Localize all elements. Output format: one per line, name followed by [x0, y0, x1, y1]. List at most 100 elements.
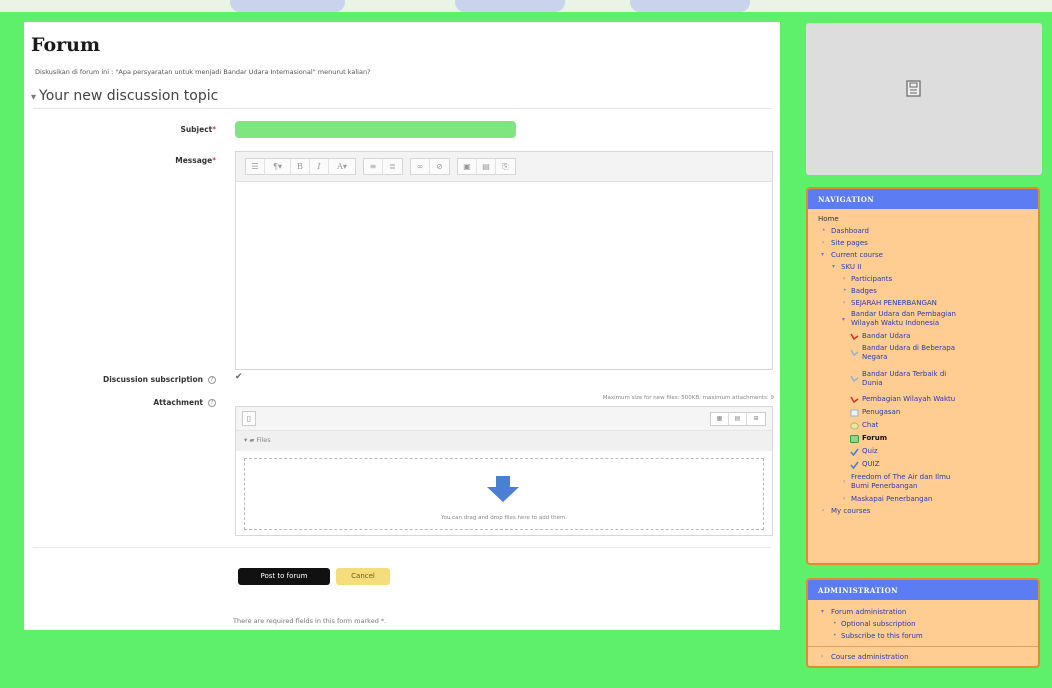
toolbar-group-links: ∞ ⊘	[410, 158, 450, 175]
manage-files-icon[interactable]: ⎘	[496, 159, 515, 174]
post-to-forum-button[interactable]: Post to forum	[238, 568, 330, 585]
nav-item-pembagian[interactable]: Pembagian Wilayah Waktu	[862, 395, 955, 404]
nav-item-bandar-udara[interactable]: Bandar Udara	[862, 332, 910, 341]
page-icon	[850, 396, 859, 404]
admin-subscribe-forum[interactable]: Subscribe to this forum	[841, 632, 923, 641]
required-fields-note: There are required fields in this form m…	[233, 617, 387, 625]
expand-icon[interactable]: ›	[822, 507, 824, 514]
banner-decoration	[230, 0, 345, 12]
message-editor[interactable]: ☰ ¶▾ B I A▾ ≡ ≣ ∞ ⊘ ▣ ▤ ⎘	[235, 151, 773, 370]
admin-optional-subscription[interactable]: Optional subscription	[841, 620, 916, 629]
nav-item-penugasan[interactable]: Penugasan	[862, 408, 900, 417]
quiz-icon	[850, 461, 859, 469]
administration-block: ADMINISTRATION ▾ Forum administration • …	[806, 578, 1040, 668]
navigation-header: NAVIGATION	[808, 189, 1038, 209]
expand-icon[interactable]: ›	[843, 495, 845, 502]
file-picker-toolbar: ▯ ▦ ▤ ⊞	[236, 407, 772, 431]
files-path-label: Files	[256, 436, 271, 444]
broken-image-icon	[906, 80, 921, 97]
nav-dashboard[interactable]: Dashboard	[831, 227, 869, 236]
text-color-icon[interactable]: A▾	[329, 159, 355, 174]
insert-media-icon[interactable]: ▤	[477, 159, 496, 174]
expand-icon[interactable]: ›	[843, 299, 845, 306]
collapse-icon[interactable]: ▾	[821, 251, 824, 258]
admin-course-administration[interactable]: Course administration	[831, 653, 909, 662]
collapse-icon[interactable]: ▾	[832, 263, 835, 270]
nav-sejarah[interactable]: SEJARAH PENERBANGAN	[851, 299, 937, 308]
ordered-list-icon[interactable]: ≣	[383, 159, 402, 174]
bold-icon[interactable]: B	[291, 159, 310, 174]
nav-item-quiz[interactable]: Quiz	[862, 447, 878, 456]
nav-item-beberapa-line2[interactable]: Negara	[862, 353, 887, 362]
file-dropzone[interactable]: You can drag and drop files here to add …	[244, 458, 764, 530]
view-icons-icon[interactable]: ▦	[711, 413, 729, 425]
nav-current-course[interactable]: Current course	[831, 251, 883, 260]
subscription-checkbox[interactable]: ✔	[235, 372, 243, 382]
message-label: Message*	[175, 156, 216, 165]
nav-item-terbaik-line1[interactable]: Bandar Udara Terbaik di	[862, 370, 946, 379]
subject-label: Subject*	[180, 125, 216, 134]
navigation-block: NAVIGATION Home • Dashboard › Site pages…	[806, 187, 1040, 565]
nav-item-quiz-2[interactable]: QUIZ	[862, 460, 880, 469]
help-icon[interactable]: ?	[208, 399, 216, 407]
section-header[interactable]: ▾ Your new discussion topic	[31, 88, 218, 104]
view-tree-icon[interactable]: ⊞	[747, 413, 765, 425]
nav-course[interactable]: SKU II	[841, 263, 861, 272]
nav-item-chat[interactable]: Chat	[862, 421, 878, 430]
divider	[33, 108, 771, 109]
files-path[interactable]: ▾ ▰ Files	[236, 431, 772, 451]
toolbar-group-style: ☰ ¶▾ B I A▾	[245, 158, 356, 175]
nav-item-beberapa-line1[interactable]: Bandar Udara di Beberapa	[862, 344, 955, 353]
attachment-limits: Maximum size for new files: 500KB, maxim…	[602, 395, 774, 401]
nav-participants[interactable]: Participants	[851, 275, 892, 284]
banner-decoration	[455, 0, 565, 12]
expand-icon[interactable]: ›	[822, 239, 824, 246]
collapse-caret-icon[interactable]: ▾	[31, 92, 36, 103]
divider	[808, 646, 1038, 647]
nav-my-courses[interactable]: My courses	[831, 507, 870, 516]
view-list-icon[interactable]: ▤	[729, 413, 747, 425]
nav-site-pages[interactable]: Site pages	[831, 239, 868, 248]
admin-forum-administration[interactable]: Forum administration	[831, 608, 906, 617]
font-style-icon[interactable]: ¶▾	[265, 159, 291, 174]
add-file-icon[interactable]: ▯	[242, 411, 256, 426]
file-picker: ▯ ▦ ▤ ⊞ ▾ ▰ Files You can drag and drop …	[235, 406, 773, 536]
expand-icon[interactable]: ›	[821, 653, 823, 660]
expand-icon[interactable]: ›	[843, 275, 845, 282]
nav-item-forum[interactable]: Forum	[862, 434, 887, 443]
required-marker: *	[212, 156, 216, 165]
nav-freedom-line1[interactable]: Freedom of The Air dan Ilmu	[851, 473, 950, 482]
help-icon[interactable]: ?	[208, 376, 216, 384]
insert-image-icon[interactable]: ▣	[458, 159, 477, 174]
italic-icon[interactable]: I	[310, 159, 329, 174]
administration-tree: ▾ Forum administration • Optional subscr…	[808, 600, 1038, 666]
subject-input[interactable]	[235, 121, 516, 138]
required-marker: *	[212, 125, 216, 134]
nav-badges[interactable]: Badges	[851, 287, 877, 296]
download-arrow-icon	[487, 476, 519, 502]
cancel-button[interactable]: Cancel	[336, 568, 390, 585]
page-icon	[850, 375, 859, 383]
link-icon[interactable]: ∞	[411, 159, 430, 174]
collapse-icon[interactable]: ▾	[842, 316, 845, 323]
main-content: Forum Diskusikan di forum ini : "Apa per…	[24, 22, 780, 630]
dropzone-text: You can drag and drop files here to add …	[440, 515, 568, 521]
nav-item-terbaik-line2[interactable]: Dunia	[862, 379, 883, 388]
administration-header: ADMINISTRATION	[808, 580, 1038, 600]
toolbar-toggle-icon[interactable]: ☰	[246, 159, 265, 174]
nav-home[interactable]: Home	[818, 215, 839, 224]
forum-intro: Diskusikan di forum ini : "Apa persyarat…	[35, 68, 371, 76]
collapse-icon[interactable]: ▾	[821, 608, 824, 615]
page-title: Forum	[31, 34, 101, 56]
expand-icon[interactable]: ›	[843, 478, 845, 485]
quiz-icon	[850, 448, 859, 456]
toolbar-group-lists: ≡ ≣	[363, 158, 403, 175]
bullet-icon: •	[843, 287, 847, 294]
unlink-icon[interactable]: ⊘	[430, 159, 449, 174]
navigation-tree: Home • Dashboard › Site pages ▾ Current …	[808, 209, 1038, 563]
nav-topic-line2[interactable]: Wilayah Waktu Indonesia	[851, 319, 939, 328]
nav-freedom-line2[interactable]: Bumi Penerbangan	[851, 482, 917, 491]
unordered-list-icon[interactable]: ≡	[364, 159, 383, 174]
nav-topic-line1[interactable]: Bandar Udara dan Pembagian	[851, 310, 956, 319]
nav-maskapai[interactable]: Maskapai Penerbangan	[851, 495, 932, 504]
